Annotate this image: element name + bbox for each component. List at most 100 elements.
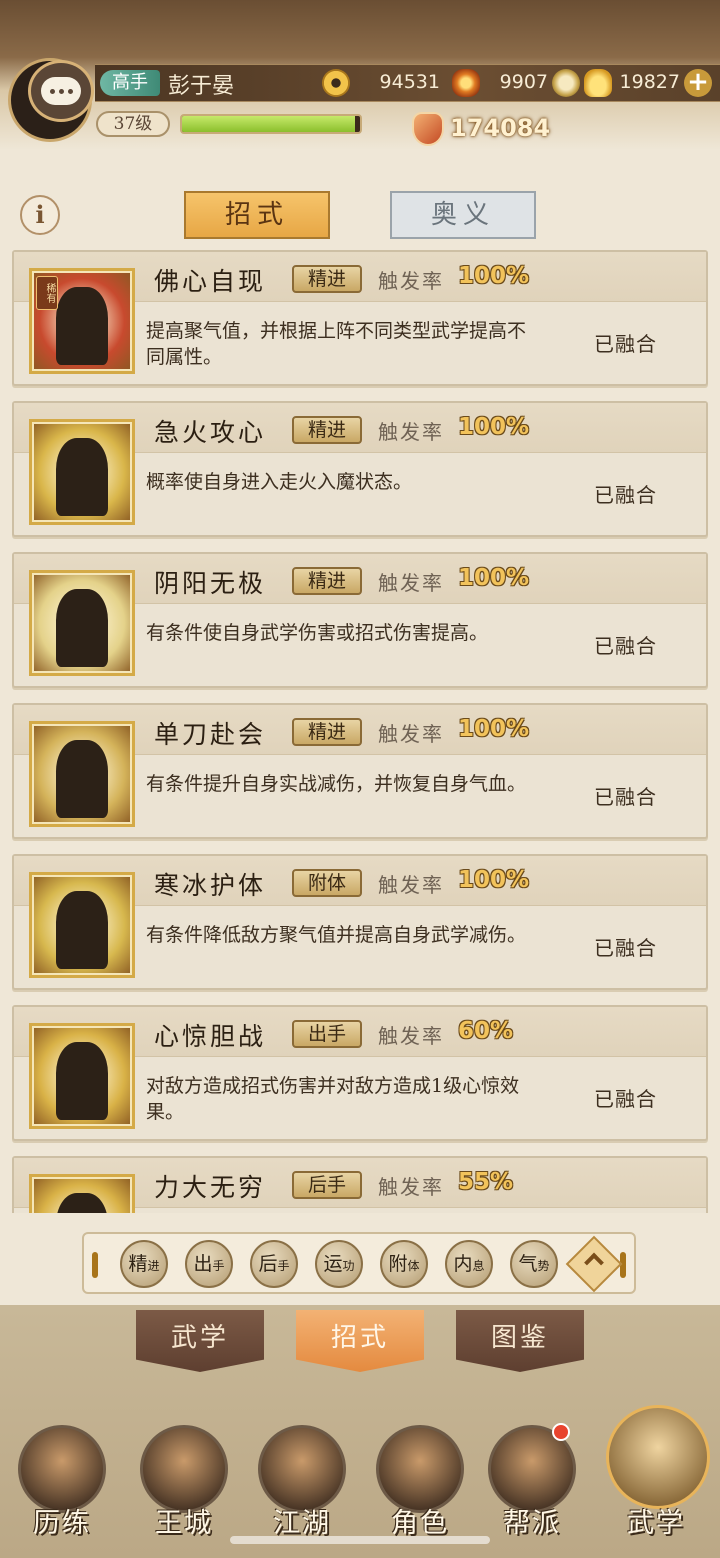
- skill-figure-icon: [56, 1042, 108, 1120]
- exp-bar: [180, 114, 362, 134]
- nav-bangpai[interactable]: 帮派: [482, 1405, 582, 1555]
- trigger-rate-label: 触发率: [378, 1175, 444, 1199]
- exp-bar-fill: [182, 116, 355, 132]
- skill-image: [29, 872, 135, 978]
- coin-resource[interactable]: 94531: [322, 66, 444, 100]
- silver-coin-icon: [552, 69, 580, 97]
- flame-value: 9907: [499, 71, 548, 93]
- skill-tag: 精进: [292, 265, 362, 293]
- chat-icon[interactable]: [28, 60, 94, 122]
- skill-card[interactable]: 寒冰护体 附体 触发率 100% 有条件降低敌方聚气值并提高自身武学减伤。 已融…: [12, 854, 708, 990]
- jianghu-icon: [258, 1425, 346, 1513]
- rare-badge: 稀有: [36, 276, 58, 310]
- filter-button[interactable]: 精进: [120, 1240, 168, 1288]
- skill-image: [29, 1174, 135, 1213]
- coin-value: 94531: [379, 71, 440, 93]
- trigger-rate-value: 60%: [458, 1018, 514, 1044]
- skill-title: 寒冰护体: [154, 871, 267, 900]
- skill-tag: 附体: [292, 869, 362, 897]
- filter-button[interactable]: 出手: [185, 1240, 233, 1288]
- skill-card[interactable]: 阴阳无极 精进 触发率 100% 有条件使自身武学伤害或招式伤害提高。 已融合: [12, 552, 708, 688]
- ingot-resource[interactable]: 19827 +: [584, 66, 714, 100]
- skill-description: 对敌方造成招式伤害并对敌方造成1级心惊效果。: [146, 1075, 520, 1123]
- skill-tag: 精进: [292, 567, 362, 595]
- trigger-rate-value: 55%: [458, 1169, 514, 1195]
- skill-card[interactable]: 单刀赴会 精进 触发率 100% 有条件提升自身实战减伤，并恢复自身气血。 已融…: [12, 703, 708, 839]
- skill-list[interactable]: 佛心自现 精进 触发率 100% 提高聚气值，并根据上阵不同类型武学提高不同属性…: [12, 250, 708, 1213]
- skill-card[interactable]: 心惊胆战 出手 触发率 60% 对敌方造成招式伤害并对敌方造成1级心惊效果。 已…: [12, 1005, 708, 1141]
- skill-tag: 后手: [292, 1171, 362, 1199]
- skill-image: [29, 570, 135, 676]
- skill-status: 已融合: [594, 634, 657, 658]
- skill-status: 已融合: [594, 483, 657, 507]
- skill-image: [29, 419, 135, 525]
- filter-button[interactable]: 运功: [315, 1240, 363, 1288]
- nav-wuxue[interactable]: 武学: [606, 1405, 710, 1555]
- nav-label: 角色: [391, 1508, 449, 1539]
- tab-aoyi[interactable]: 奥义: [390, 191, 536, 239]
- skill-status: 已融合: [594, 785, 657, 809]
- subtab-zhaoshi[interactable]: 招式: [296, 1310, 424, 1372]
- trigger-rate-label: 触发率: [378, 269, 444, 293]
- combat-power-icon: [412, 112, 444, 146]
- trigger-rate-value: 100%: [458, 414, 530, 440]
- subtab-tujian[interactable]: 图鉴: [456, 1310, 584, 1372]
- skill-figure-icon: [56, 287, 108, 365]
- filter-button[interactable]: 后手: [250, 1240, 298, 1288]
- filter-bar-left-cap: [92, 1252, 98, 1278]
- ingot-value: 19827: [619, 71, 680, 93]
- filter-button[interactable]: 附体: [380, 1240, 428, 1288]
- trigger-rate-value: 100%: [458, 263, 530, 289]
- home-indicator[interactable]: [230, 1536, 490, 1544]
- skill-title: 佛心自现: [154, 267, 267, 296]
- skill-title: 心惊胆战: [154, 1022, 267, 1051]
- flame-resource[interactable]: 9907: [452, 66, 580, 100]
- player-name: 彭于晏: [168, 74, 235, 99]
- add-currency-icon[interactable]: +: [684, 69, 712, 97]
- skill-tag: 精进: [292, 416, 362, 444]
- skill-card[interactable]: 佛心自现 精进 触发率 100% 提高聚气值，并根据上阵不同类型武学提高不同属性…: [12, 250, 708, 386]
- tab-zhaoshi[interactable]: 招式: [184, 191, 330, 239]
- skill-status: 已融合: [594, 332, 657, 356]
- subtab-wuxue[interactable]: 武学: [136, 1310, 264, 1372]
- filter-sub-char: 手: [277, 1259, 290, 1273]
- trigger-rate-label: 触发率: [378, 873, 444, 897]
- collapse-icon[interactable]: [565, 1235, 623, 1293]
- skill-status: 已融合: [594, 936, 657, 960]
- skill-tag: 精进: [292, 718, 362, 746]
- filter-button[interactable]: 气势: [510, 1240, 558, 1288]
- filter-main-char: 出: [193, 1253, 213, 1275]
- trigger-rate-value: 100%: [458, 716, 530, 742]
- skill-title: 阴阳无极: [154, 569, 267, 598]
- skill-card[interactable]: 急火攻心 精进 触发率 100% 概率使自身进入走火入魔状态。 已融合: [12, 401, 708, 537]
- nav-juese[interactable]: 角色: [370, 1405, 470, 1555]
- info-icon[interactable]: i: [20, 195, 60, 235]
- wangcheng-icon: [140, 1425, 228, 1513]
- coin-icon: [322, 69, 350, 97]
- filter-sub-char: 功: [342, 1259, 355, 1273]
- skill-figure-icon: [56, 891, 108, 969]
- filter-button[interactable]: 内息: [445, 1240, 493, 1288]
- skill-description: 有条件使自身武学伤害或招式伤害提高。: [146, 622, 489, 644]
- rank-badge: 高手: [100, 70, 160, 96]
- juese-icon: [376, 1425, 464, 1513]
- trigger-rate-label: 触发率: [378, 1024, 444, 1048]
- nav-label: 王城: [155, 1508, 213, 1539]
- skill-tag: 出手: [292, 1020, 362, 1048]
- nav-wangcheng[interactable]: 王城: [134, 1405, 234, 1555]
- filter-sub-char: 手: [212, 1259, 225, 1273]
- skill-title: 急火攻心: [154, 418, 267, 447]
- skill-figure-icon: [56, 589, 108, 667]
- nav-lilian[interactable]: 历练: [12, 1405, 112, 1555]
- skill-card[interactable]: 力大无穷 后手 触发率 55%: [12, 1156, 708, 1213]
- filter-main-char: 运: [323, 1253, 343, 1275]
- nav-jianghu[interactable]: 江湖: [252, 1405, 352, 1555]
- skill-image: [29, 721, 135, 827]
- wuxue-scroll-icon: [606, 1405, 710, 1509]
- filter-sub-char: 体: [407, 1259, 420, 1273]
- filter-bar: 精进 出手 后手 运功 附体 内息 气势: [82, 1232, 636, 1294]
- notification-dot: [552, 1423, 570, 1441]
- skill-figure-icon: [56, 438, 108, 516]
- trigger-rate-value: 100%: [458, 867, 530, 893]
- skill-description: 有条件提升自身实战减伤，并恢复自身气血。: [146, 773, 527, 795]
